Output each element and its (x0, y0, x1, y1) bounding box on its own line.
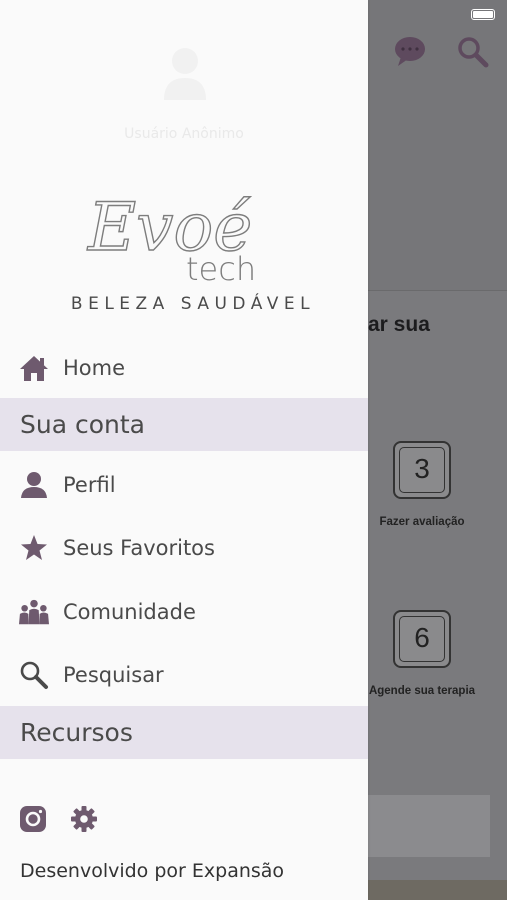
person-icon (19, 470, 49, 500)
step-tile-evaluation[interactable]: 3 (393, 441, 451, 499)
step-tile-schedule[interactable]: 6 (393, 610, 451, 668)
nav-item-pesquisar[interactable]: Pesquisar (0, 649, 368, 701)
section-header-resources: Recursos (0, 706, 368, 759)
brand-tagline: BELEZA SAUDÁVEL (70, 294, 316, 314)
brand-logo-sub: tech (186, 250, 256, 288)
chat-icon[interactable] (392, 34, 428, 70)
step-label: Agende sua terapia (368, 685, 476, 697)
battery-icon (471, 9, 495, 20)
step-label: Fazer avaliação (379, 516, 465, 528)
search-icon (19, 660, 49, 690)
username: Usuário Anônimo (124, 126, 244, 142)
nav-item-label: Comunidade (63, 600, 196, 624)
background-image-strip (368, 880, 507, 900)
nav-item-comunidade[interactable]: Comunidade (0, 586, 368, 638)
nav-item-label: Perfil (63, 473, 116, 497)
background-heading: ar sua (368, 313, 430, 336)
step-number: 6 (414, 622, 430, 653)
star-icon (19, 533, 49, 563)
gear-icon[interactable] (69, 804, 99, 834)
background-card[interactable] (368, 795, 490, 857)
section-title: Sua conta (20, 410, 145, 439)
nav-item-label: Home (63, 356, 126, 380)
home-icon (19, 353, 49, 383)
section-title: Recursos (20, 718, 133, 747)
step-number: 3 (414, 453, 430, 484)
avatar-icon[interactable] (162, 44, 208, 102)
header-search-icon[interactable] (455, 34, 491, 70)
nav-item-label: Seus Favoritos (63, 536, 215, 560)
navigation-drawer: Usuário Anônimo Evoé tech BELEZA SAUDÁVE… (0, 0, 368, 900)
nav-item-home[interactable]: Home (0, 342, 368, 394)
nav-item-perfil[interactable]: Perfil (0, 459, 368, 511)
community-icon (19, 597, 49, 627)
section-header-account: Sua conta (0, 398, 368, 451)
instagram-icon[interactable] (18, 804, 48, 834)
developer-credit: Desenvolvido por Expansão (20, 860, 285, 882)
nav-item-favoritos[interactable]: Seus Favoritos (0, 522, 368, 574)
nav-item-label: Pesquisar (63, 663, 164, 687)
